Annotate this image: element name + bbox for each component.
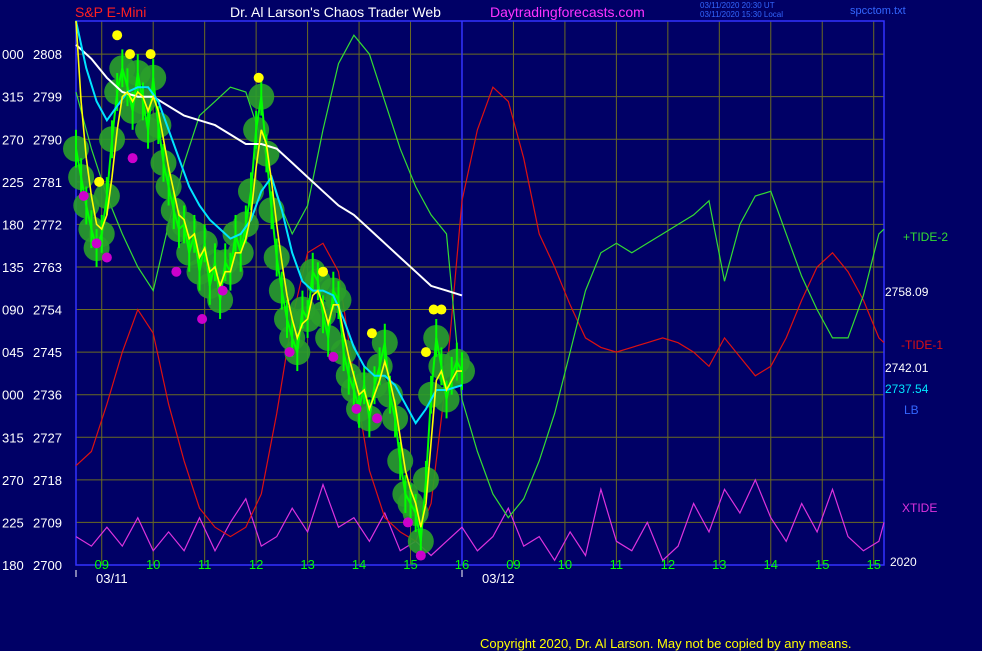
y-tick-left: 315: [2, 90, 24, 105]
low-marker: [127, 153, 138, 164]
tide1-series: [75, 86, 885, 543]
high-marker: [420, 347, 431, 358]
right-labels: +TIDE-2 2758.09 -TIDE-1 2742.01 2737.54 …: [885, 230, 948, 569]
high-marker: [145, 49, 156, 60]
low-marker: [91, 238, 102, 249]
y-tick-price: 2790: [33, 132, 62, 147]
y-tick-left: 180: [2, 217, 24, 232]
high-marker: [94, 176, 105, 187]
low-marker: [101, 252, 112, 263]
x-tick-label: 09: [94, 557, 108, 572]
y-tick-price: 2772: [33, 217, 62, 232]
y-tick-price: 2745: [33, 345, 62, 360]
date-label: 03/11: [96, 571, 128, 586]
x-tick-label: 10: [558, 557, 572, 572]
grid: [76, 21, 884, 566]
ma-value-label: 2742.01: [885, 361, 929, 375]
low-marker: [171, 266, 182, 277]
date-label: 03/12: [482, 571, 515, 586]
y-tick-left: 000: [2, 388, 24, 403]
y-axis: 180 2700 225 2709 270 2718 315 2727 000 2736 045 27…: [2, 47, 62, 573]
y-tick-price: 2781: [33, 175, 62, 190]
high-marker: [318, 266, 329, 277]
x-tick-label: 15: [403, 557, 417, 572]
xtide-series: [75, 478, 885, 562]
y-tick-price: 2718: [33, 473, 62, 488]
high-marker: [366, 328, 377, 339]
y-tick-left: 000: [2, 47, 24, 62]
y-tick-price: 2709: [33, 515, 62, 530]
copyright-notice: Copyright 2020, Dr. Al Larson. May not b…: [480, 636, 852, 651]
low-marker: [197, 314, 208, 325]
x-tick-label: 12: [249, 557, 263, 572]
y-tick-left: 135: [2, 260, 24, 275]
y-tick-left: 315: [2, 430, 24, 445]
plot-border: [75, 20, 885, 566]
x-tick-label: 11: [610, 557, 624, 572]
y-tick-price: 2763: [33, 260, 62, 275]
y-tick-left: 225: [2, 515, 24, 530]
low-marker: [328, 351, 339, 362]
y-tick-price: 2700: [33, 558, 62, 573]
x-tick-label: 15: [815, 557, 829, 572]
low-marker: [78, 191, 89, 202]
y-tick-left: 225: [2, 175, 24, 190]
y-tick-price: 2808: [33, 47, 62, 62]
y-tick-left: 270: [2, 473, 24, 488]
y-tick-price: 2754: [33, 303, 62, 318]
x-tick-label: 14: [352, 557, 366, 572]
low-marker: [372, 413, 383, 424]
y-tick-left: 090: [2, 303, 24, 318]
high-marker: [436, 304, 447, 315]
y-tick-price: 2799: [33, 90, 62, 105]
x-tick-label: 16: [455, 557, 469, 572]
x-tick-label: 12: [661, 557, 675, 572]
plot-frame: [75, 20, 885, 566]
x-tick-label: 09: [506, 557, 520, 572]
low-marker: [402, 517, 413, 528]
series-line-tide1: [75, 86, 885, 543]
high-marker: [253, 72, 264, 83]
y-tick-price: 2736: [33, 388, 62, 403]
lb-label: LB: [904, 403, 919, 417]
x-tick-label: 14: [764, 557, 778, 572]
x-tick-label: 10: [146, 557, 160, 572]
high-marker: [125, 49, 136, 60]
series-line-xtide: [75, 478, 885, 562]
x-tick-label: 11: [198, 557, 212, 572]
y-tick-left: 045: [2, 345, 24, 360]
high-marker: [112, 30, 123, 41]
x-tick-label: 13: [712, 557, 726, 572]
xtide-label: XTIDE: [902, 501, 937, 515]
tide1-label: -TIDE-1: [901, 338, 943, 352]
x-axis: 09 10 11 12 13 14 15 16 09 10 11 12 13 14 15 15 03/11 03/…: [75, 557, 881, 586]
y-tick-left: 270: [2, 132, 24, 147]
y-tick-price: 2727: [33, 430, 62, 445]
last-close-label: 2758.09: [885, 285, 929, 299]
low-marker: [351, 403, 362, 414]
x-tick-label: 13: [300, 557, 314, 572]
y-tick-left: 180: [2, 558, 24, 573]
low-marker: [284, 347, 295, 358]
tide2-label: +TIDE-2: [903, 230, 948, 244]
price-series: [75, 49, 463, 561]
price-chart: 180 2700 225 2709 270 2718 315 2727 000 2736 045 27…: [2, 20, 948, 586]
x-tick-label: 15: [866, 557, 880, 572]
year-label: 2020: [890, 555, 917, 569]
lb-value-label: 2737.54: [885, 382, 929, 396]
low-marker: [217, 285, 228, 296]
